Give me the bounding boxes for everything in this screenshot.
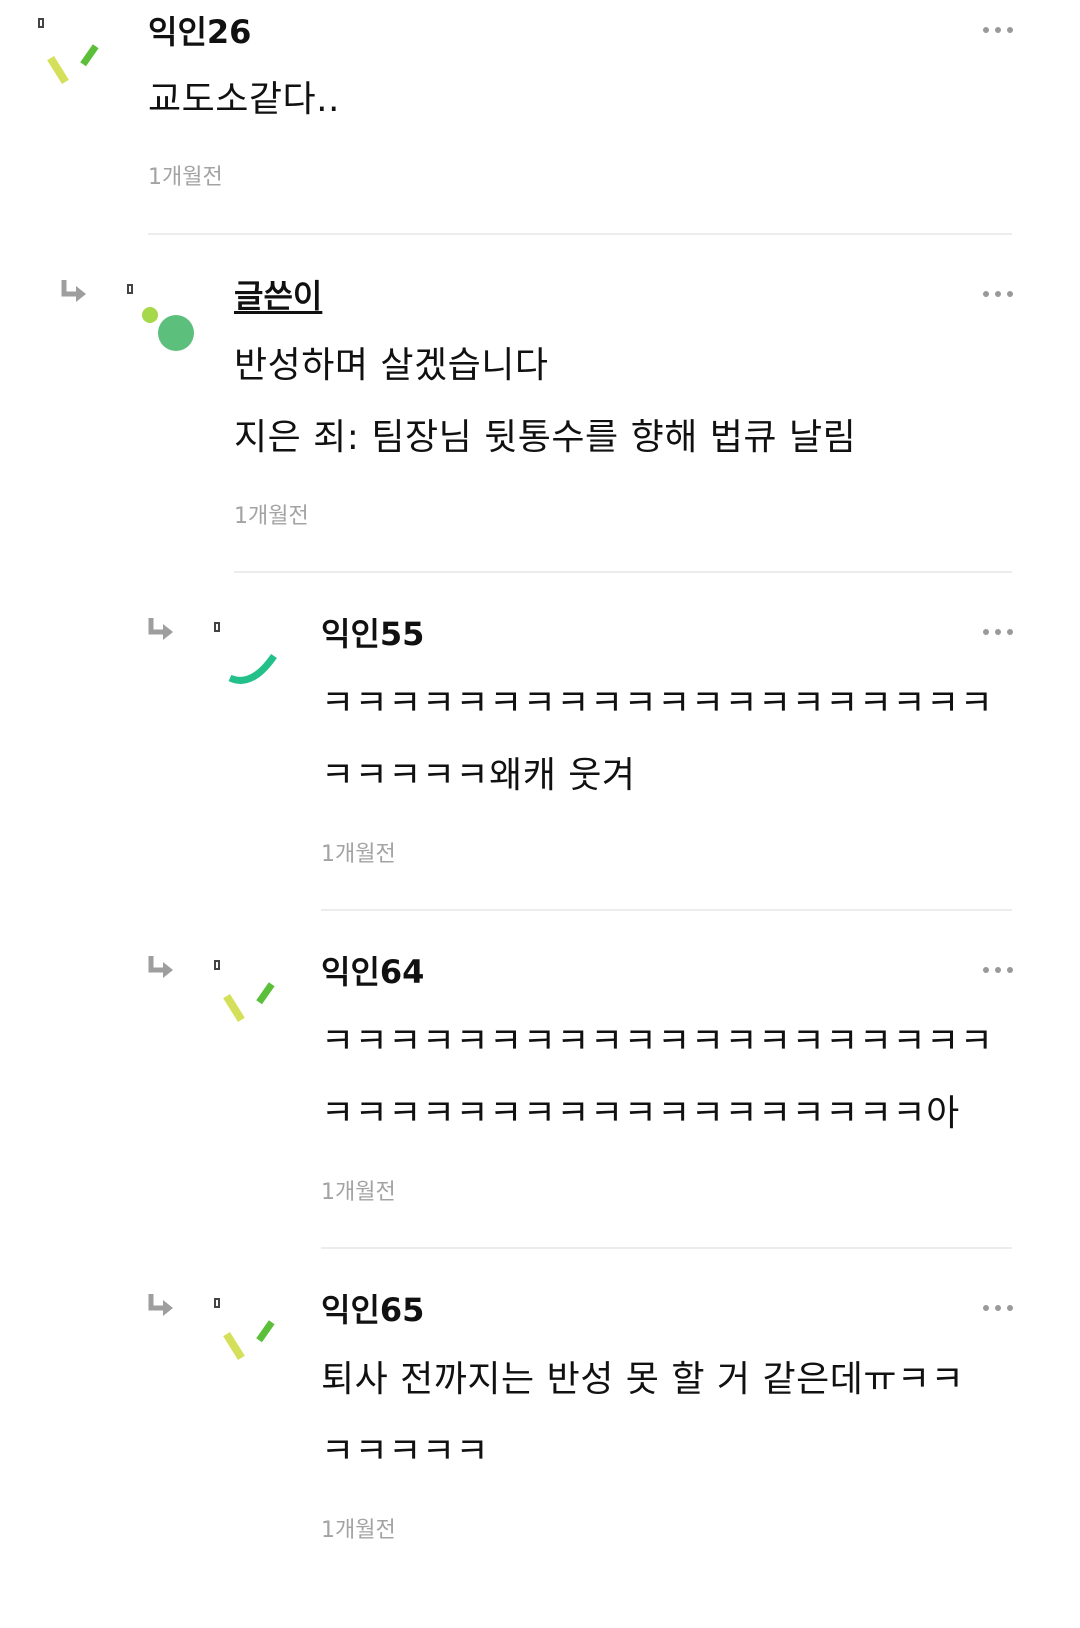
comment-nickname[interactable]: 익인55 — [321, 614, 424, 654]
comment-text-line-2: ㅋㅋㅋㅋㅋ왜캐 웃겨 — [321, 755, 636, 796]
more-options-icon[interactable] — [978, 282, 1018, 306]
divider — [148, 233, 1012, 235]
comment-text-line-1: ㅋㅋㅋㅋㅋㅋㅋㅋㅋㅋㅋㅋㅋㅋㅋㅋㅋㅋㅋㅋ — [321, 683, 994, 724]
comment-text-line-1: 퇴사 전까지는 반성 못 할 거 같은데ㅠㅋㅋ — [321, 1359, 965, 1400]
profile-badge-icon — [38, 18, 44, 28]
reply-arrow-icon — [61, 280, 86, 302]
profile-badge-icon — [127, 284, 133, 294]
comment-text-line-1: 반성하며 살겠습니다 — [234, 345, 549, 386]
comment-text-line-2: ㅋㅋㅋㅋㅋ — [321, 1431, 490, 1472]
comment-text: 교도소같다.. — [148, 79, 340, 120]
more-options-icon[interactable] — [978, 1296, 1018, 1320]
divider — [321, 1247, 1012, 1249]
comment-nickname[interactable]: 익인65 — [321, 1290, 424, 1330]
avatar-icon[interactable] — [222, 638, 286, 702]
reply-arrow-icon — [148, 956, 173, 978]
comment-nickname[interactable]: 익인64 — [321, 952, 424, 992]
comment-text-line-2: ㅋㅋㅋㅋㅋㅋㅋㅋㅋㅋㅋㅋㅋㅋㅋㅋㅋㅋ아 — [321, 1093, 960, 1134]
comment-text-line-1: ㅋㅋㅋㅋㅋㅋㅋㅋㅋㅋㅋㅋㅋㅋㅋㅋㅋㅋㅋㅋ — [321, 1021, 994, 1062]
profile-badge-icon — [214, 1298, 220, 1308]
more-options-icon[interactable] — [978, 18, 1018, 42]
more-options-icon[interactable] — [978, 620, 1018, 644]
comment-time: 1개월전 — [234, 504, 309, 529]
profile-badge-icon — [214, 622, 220, 632]
divider — [234, 571, 1012, 573]
avatar-icon[interactable] — [222, 1314, 286, 1378]
comment-nickname[interactable]: 익인26 — [148, 12, 251, 52]
reply-arrow-icon — [148, 1294, 173, 1316]
author-nickname[interactable]: 글쓴이 — [234, 276, 322, 316]
comment-time: 1개월전 — [321, 1518, 396, 1543]
more-options-icon[interactable] — [978, 958, 1018, 982]
comment-time: 1개월전 — [321, 1180, 396, 1205]
comment-text-line-2: 지은 죄: 팀장님 뒷통수를 향해 법큐 날림 — [234, 417, 857, 458]
profile-badge-icon — [214, 960, 220, 970]
divider — [321, 909, 1012, 911]
reply-arrow-icon — [148, 618, 173, 640]
comment-time: 1개월전 — [148, 165, 223, 190]
avatar-icon[interactable] — [46, 38, 110, 102]
avatar-icon[interactable] — [222, 976, 286, 1040]
comment-time: 1개월전 — [321, 842, 396, 867]
avatar-icon[interactable] — [134, 300, 198, 364]
